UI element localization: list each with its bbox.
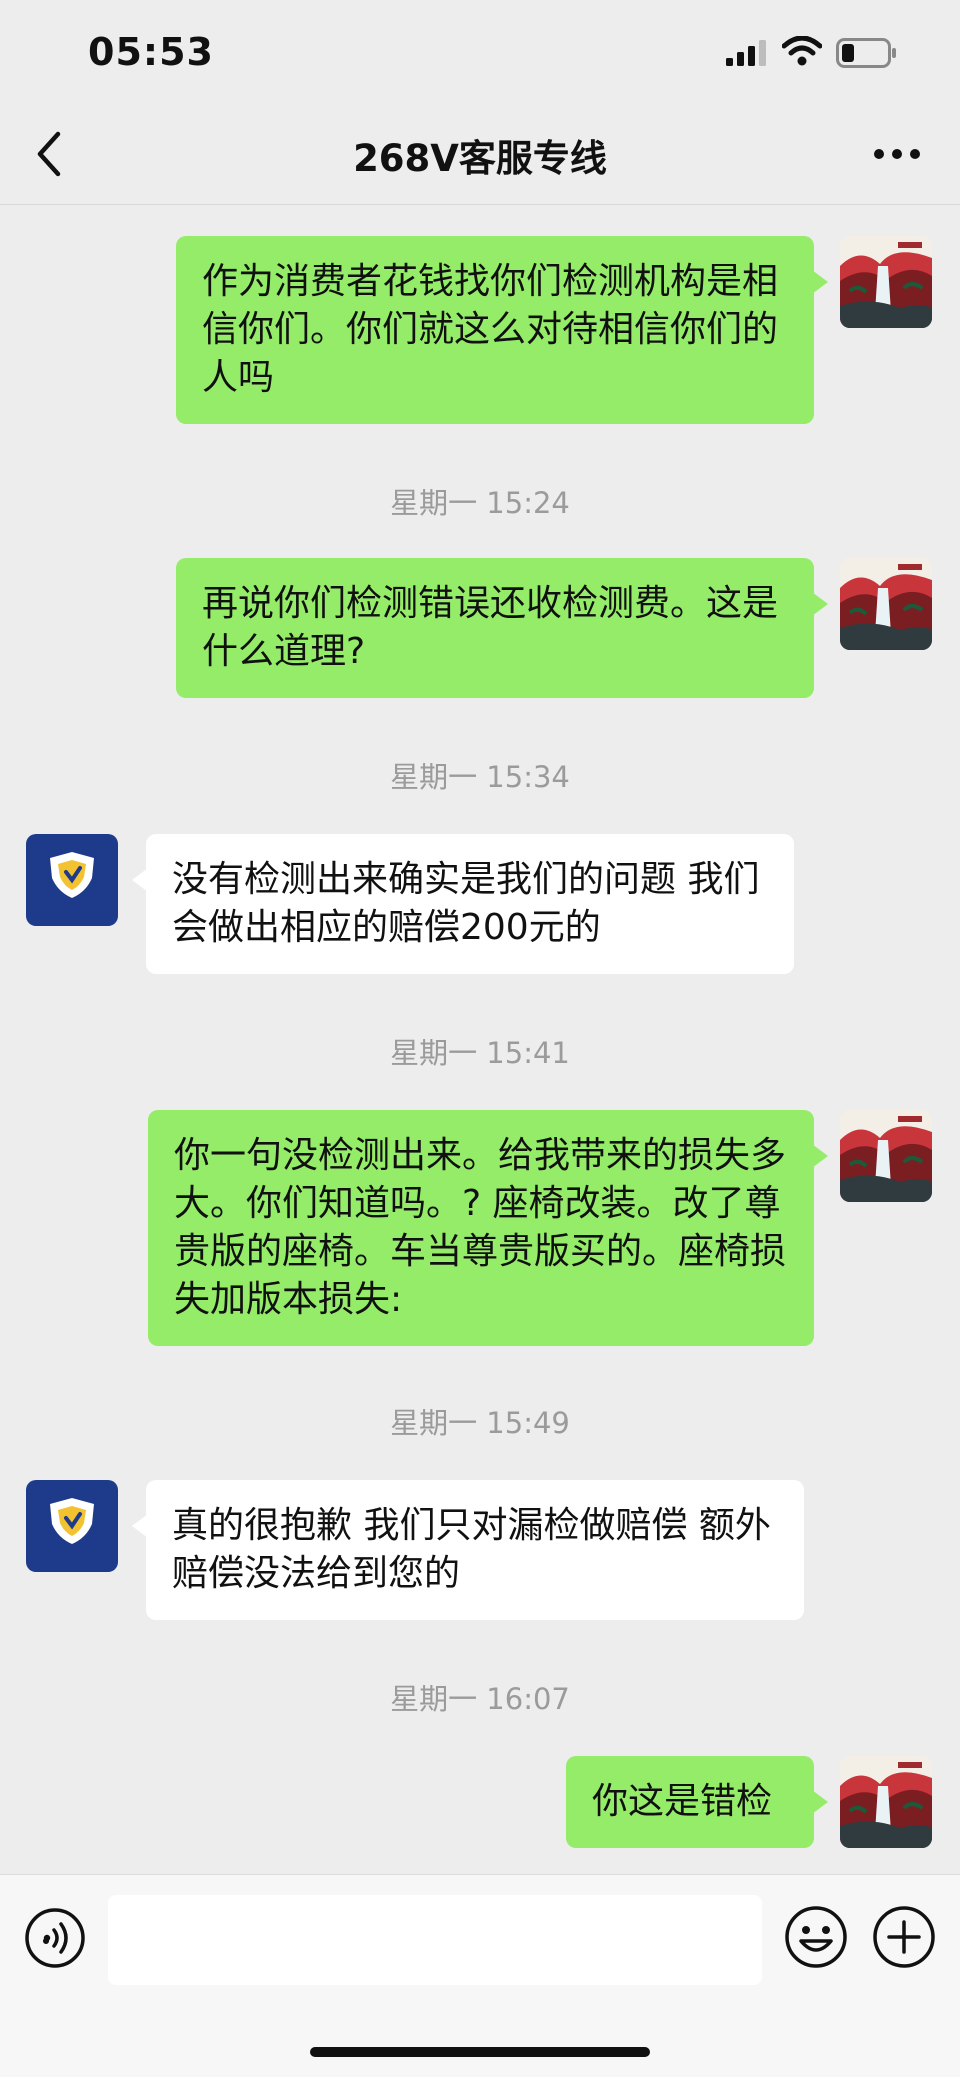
service-avatar[interactable] [26, 1480, 118, 1572]
emoji-icon[interactable] [784, 1905, 848, 1969]
my-avatar[interactable] [840, 1756, 932, 1848]
message-bubble[interactable]: 你这是错检 [566, 1756, 828, 1848]
message-bubble[interactable]: 作为消费者花钱找你们检测机构是相信你们。你们就这么对待相信你们的人吗 [176, 236, 828, 424]
voice-icon[interactable] [24, 1907, 86, 1969]
message-input[interactable] [108, 1895, 762, 1985]
message-bubble[interactable]: 再说你们检测错误还收检测费。这是什么道理? [176, 558, 828, 698]
timestamp: 星期一 15:34 [390, 760, 570, 794]
timestamp: 星期一 15:41 [390, 1036, 570, 1070]
battery-icon [836, 38, 896, 68]
message-bubble[interactable]: 真的很抱歉 我们只对漏检做赔偿 额外赔偿没法给到您的 [132, 1480, 804, 1620]
status-time: 05:53 [88, 30, 214, 74]
chat-title: 268V客服专线 [353, 137, 607, 180]
home-indicator[interactable] [310, 2047, 650, 2057]
my-avatar[interactable] [840, 1110, 932, 1202]
wifi-icon [782, 36, 822, 66]
timestamp: 星期一 15:24 [390, 486, 570, 520]
plus-icon[interactable] [872, 1905, 936, 1969]
timestamp: 星期一 15:49 [390, 1406, 570, 1440]
my-avatar[interactable] [840, 236, 932, 328]
service-avatar[interactable] [26, 834, 118, 926]
message-bubble[interactable]: 没有检测出来确实是我们的问题 我们会做出相应的赔偿200元的 [132, 834, 794, 974]
chat-header: 05:53 268V客服专线 [0, 0, 960, 205]
message-bubble[interactable]: 你一句没检测出来。给我带来的损失多大。你们知道吗。? 座椅改装。改了尊贵版的座椅… [148, 1110, 828, 1346]
more-dots-icon[interactable] [870, 134, 924, 174]
signal-icon [726, 40, 766, 66]
timestamp: 星期一 16:07 [390, 1682, 570, 1716]
my-avatar[interactable] [840, 558, 932, 650]
input-bar [0, 1874, 960, 2077]
